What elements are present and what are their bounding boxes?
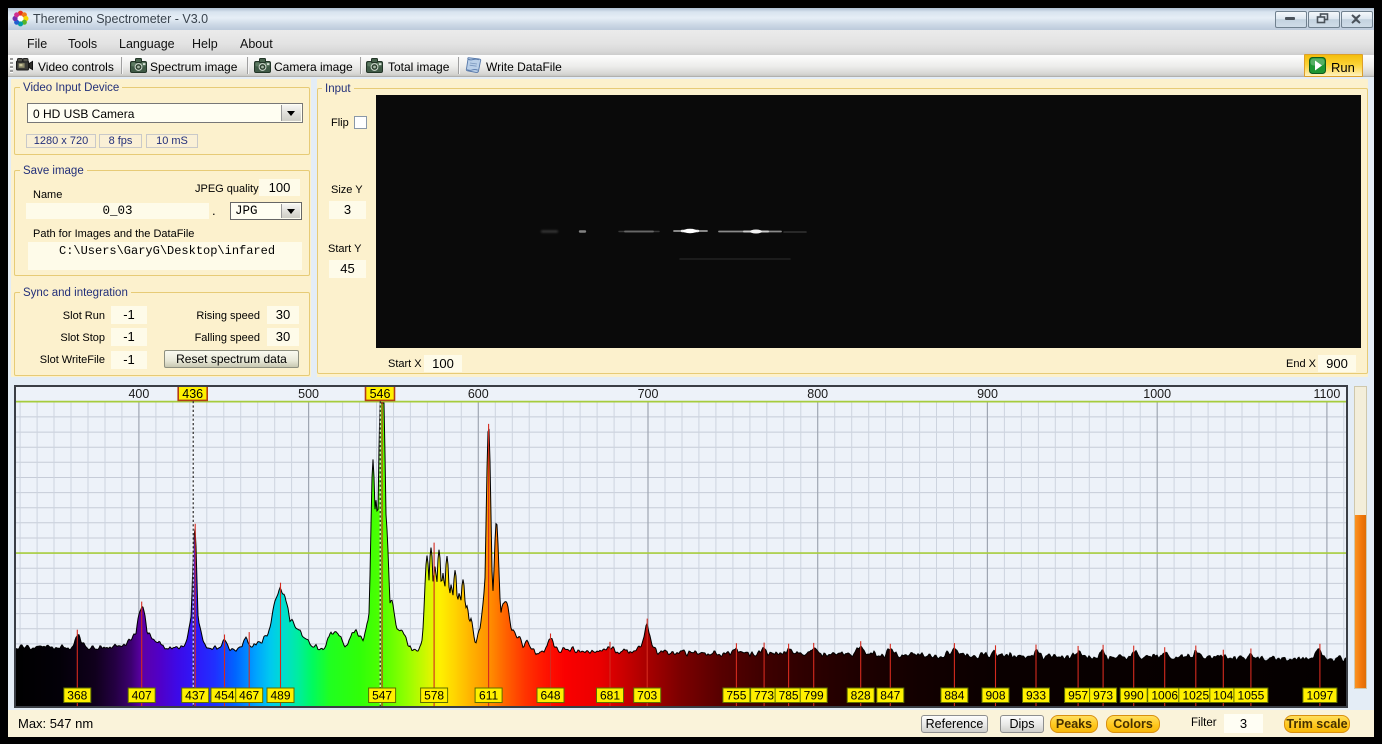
svg-text:755: 755 <box>726 689 746 703</box>
svg-text:703: 703 <box>637 689 657 703</box>
svg-text:437: 437 <box>185 689 205 703</box>
svg-text:933: 933 <box>1026 689 1046 703</box>
svg-text:900: 900 <box>977 387 998 401</box>
svg-text:957: 957 <box>1068 689 1088 703</box>
svg-text:547: 547 <box>372 689 392 703</box>
svg-text:648: 648 <box>540 689 560 703</box>
svg-text:799: 799 <box>804 689 824 703</box>
svg-text:1000: 1000 <box>1143 387 1171 401</box>
svg-text:1100: 1100 <box>1313 387 1340 401</box>
svg-text:454: 454 <box>214 689 234 703</box>
svg-text:1025: 1025 <box>1182 689 1209 703</box>
svg-text:700: 700 <box>638 387 659 401</box>
svg-text:847: 847 <box>880 689 900 703</box>
svg-text:578: 578 <box>424 689 444 703</box>
svg-text:1006: 1006 <box>1151 689 1178 703</box>
svg-text:546: 546 <box>370 387 391 401</box>
svg-text:1097: 1097 <box>1307 689 1334 703</box>
svg-text:681: 681 <box>600 689 620 703</box>
svg-text:467: 467 <box>239 689 259 703</box>
svg-text:400: 400 <box>128 387 149 401</box>
svg-text:990: 990 <box>1124 689 1144 703</box>
svg-text:436: 436 <box>182 387 203 401</box>
svg-text:828: 828 <box>851 689 871 703</box>
svg-text:368: 368 <box>67 689 87 703</box>
svg-text:104: 104 <box>1213 689 1233 703</box>
svg-text:908: 908 <box>985 689 1005 703</box>
svg-text:489: 489 <box>270 689 290 703</box>
svg-text:600: 600 <box>468 387 489 401</box>
svg-text:611: 611 <box>479 689 498 703</box>
svg-text:1055: 1055 <box>1238 689 1265 703</box>
svg-text:785: 785 <box>779 689 799 703</box>
svg-text:884: 884 <box>944 689 964 703</box>
svg-text:800: 800 <box>807 387 828 401</box>
svg-text:407: 407 <box>132 689 152 703</box>
svg-text:973: 973 <box>1093 689 1113 703</box>
svg-text:500: 500 <box>298 387 319 401</box>
svg-text:773: 773 <box>754 689 774 703</box>
